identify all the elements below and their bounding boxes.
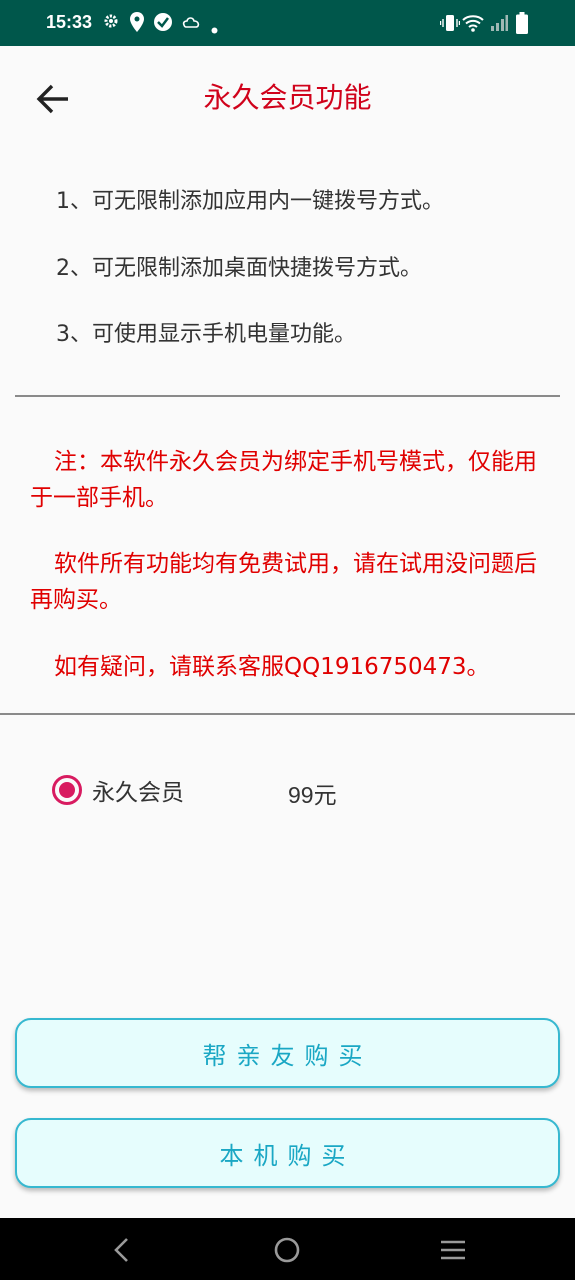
navigation-bar bbox=[0, 1218, 575, 1280]
divider bbox=[15, 395, 560, 397]
divider bbox=[0, 713, 575, 715]
buy-this-device-button[interactable]: 本机购买 bbox=[15, 1118, 560, 1188]
location-icon bbox=[130, 12, 144, 36]
feature-item: 2、可无限制添加桌面快捷拨号方式。 bbox=[56, 256, 422, 281]
battery-icon bbox=[516, 12, 528, 38]
status-bar: 15:33 bbox=[0, 0, 575, 46]
plan-price: 99元 bbox=[288, 782, 337, 808]
signal-icon bbox=[490, 14, 508, 36]
plan-label: 永久会员 bbox=[92, 780, 184, 806]
plan-option-permanent[interactable]: 永久会员 bbox=[52, 770, 184, 810]
check-circle-icon bbox=[153, 12, 173, 36]
note-contact: 如有疑问，请联系客服QQ1916750473。 bbox=[54, 654, 490, 680]
wifi-icon bbox=[462, 14, 484, 36]
note-trial: 软件所有功能均有免费试用，请在试用没问题后再购买。 bbox=[30, 551, 537, 613]
menu-nav-icon[interactable] bbox=[433, 1232, 473, 1268]
dot-icon bbox=[211, 19, 218, 38]
cloud-sync-icon bbox=[182, 14, 200, 34]
back-nav-icon[interactable] bbox=[102, 1232, 142, 1268]
vibrate-icon bbox=[439, 14, 461, 36]
home-nav-icon[interactable] bbox=[267, 1232, 307, 1268]
note-binding: 注：本软件永久会员为绑定手机号模式，仅能用于一部手机。 bbox=[30, 449, 537, 511]
page-title: 永久会员功能 bbox=[203, 81, 372, 114]
feature-item: 1、可无限制添加应用内一键拨号方式。 bbox=[56, 189, 444, 214]
feature-item: 3、可使用显示手机电量功能。 bbox=[56, 322, 356, 347]
buy-for-friend-button[interactable]: 帮亲友购买 bbox=[15, 1018, 560, 1088]
radio-selected-icon[interactable] bbox=[52, 775, 82, 805]
gear-icon bbox=[103, 13, 119, 33]
status-time: 15:33 bbox=[46, 12, 93, 32]
